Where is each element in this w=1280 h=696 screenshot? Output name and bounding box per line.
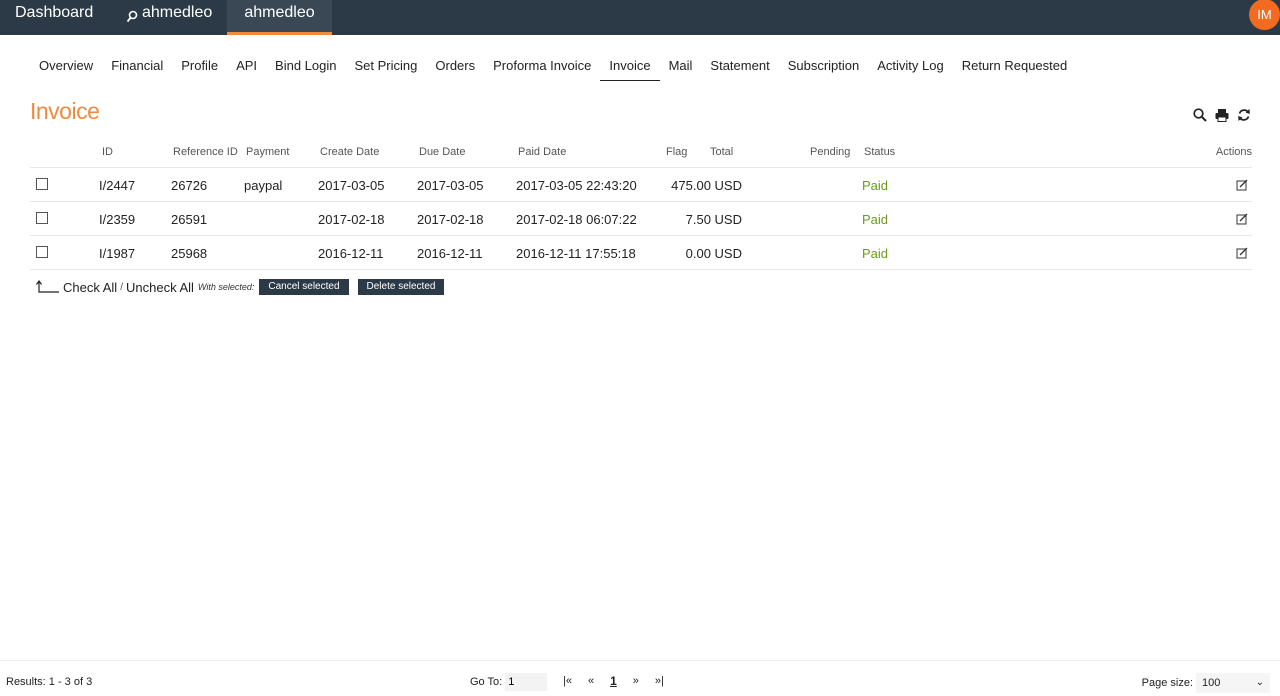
cell-due-date: 2016-12-11 [417,246,483,261]
next-page-button[interactable]: » [633,675,639,687]
tab-profile[interactable]: Profile [172,57,227,81]
col-paid-date[interactable]: Paid Date [518,146,566,158]
tab-invoice[interactable]: Invoice [600,57,660,81]
tab-subscription[interactable]: Subscription [779,57,869,81]
first-page-button[interactable]: |« [563,675,572,687]
table-header: ID Reference ID Payment Create Date Due … [30,142,1252,168]
row-checkbox[interactable] [36,178,48,190]
invoice-table: ID Reference ID Payment Create Date Due … [30,142,1252,270]
bulk-actions: Check All / Uncheck All With selected: C… [36,276,453,298]
table-body: I/2447 26726 paypal 2017-03-05 2017-03-05 201… [30,168,1252,270]
tab-overview[interactable]: Overview [30,57,102,81]
cell-status: Paid [862,212,889,227]
cell-payment: paypal [244,178,283,193]
search-icon[interactable] [1192,107,1208,123]
delete-selected-button[interactable]: Delete selected [357,279,445,295]
table-row: I/1987 25968 2016-12-11 2016-12-11 2016-12-1… [30,236,1252,270]
sub-navigation: Overview Financial Profile API Bind Login Set… [30,57,1076,81]
last-page-button[interactable]: »| [655,675,664,687]
goto-page: Go To: [470,673,548,691]
page-size: Page size: 100 ⌄ [1142,673,1270,693]
edit-icon[interactable] [1236,178,1248,191]
cell-reference: 26726 [171,178,208,193]
tab-bind-login[interactable]: Bind Login [266,57,345,81]
cell-paid-date: 2017-03-05 22:43:20 [516,178,637,193]
cell-paid-date: 2017-02-18 06:07:22 [516,212,637,227]
search-user-link[interactable]: ahmedleo [126,0,212,35]
page-title: Invoice [30,98,100,124]
chevron-down-icon: ⌄ [1255,677,1264,688]
cell-total: 0.00 USD [685,246,742,261]
tab-api[interactable]: API [227,57,266,81]
uncheck-all-link[interactable]: Uncheck All [126,280,194,295]
edit-icon[interactable] [1236,246,1248,259]
cell-create-date: 2016-12-11 [318,246,384,261]
search-user-label: ahmedleo [142,4,213,21]
top-bar: Dashboard ahmedleo ahmedleo IM [0,0,1280,35]
cell-create-date: 2017-02-18 [318,212,385,227]
goto-label: Go To: [470,676,503,688]
tab-activity-log[interactable]: Activity Log [868,57,952,81]
search-icon [126,6,138,32]
cell-reference: 25968 [171,246,208,261]
col-status[interactable]: Status [864,146,895,158]
page-size-label: Page size: [1141,677,1193,689]
current-page[interactable]: 1 [610,674,617,688]
col-reference-id[interactable]: Reference ID [173,146,238,158]
cell-create-date: 2017-03-05 [318,178,385,193]
cell-status: Paid [862,178,889,193]
cell-id: I/1987 [99,246,136,261]
tab-financial[interactable]: Financial [102,57,172,81]
cell-due-date: 2017-02-18 [417,212,484,227]
col-actions: Actions [1215,146,1252,158]
table-row: I/2359 26591 2017-02-18 2017-02-18 2017-02-1… [30,202,1252,236]
table-row: I/2447 26726 paypal 2017-03-05 2017-03-05 201… [30,168,1252,202]
corner-arrow-icon [36,279,60,295]
col-create-date[interactable]: Create Date [320,146,379,158]
toolbar [1192,107,1252,123]
prev-page-button[interactable]: « [588,675,594,687]
cell-paid-date: 2016-12-11 17:55:18 [516,246,636,261]
tab-set-pricing[interactable]: Set Pricing [346,57,427,81]
col-payment[interactable]: Payment [246,146,289,158]
cell-id: I/2359 [99,212,136,227]
edit-icon[interactable] [1236,212,1248,225]
cell-total: 475.00 USD [671,178,742,193]
refresh-icon[interactable] [1236,107,1252,123]
tab-proforma-invoice[interactable]: Proforma Invoice [484,57,600,81]
print-icon[interactable] [1214,107,1230,123]
dashboard-link[interactable]: Dashboard [15,0,93,35]
avatar[interactable]: IM [1249,0,1280,30]
goto-input[interactable] [505,673,548,691]
row-checkbox[interactable] [36,212,48,224]
col-due-date[interactable]: Due Date [419,146,465,158]
tab-orders[interactable]: Orders [426,57,484,81]
col-total[interactable]: Total [710,146,733,158]
row-checkbox[interactable] [36,246,48,258]
col-id[interactable]: ID [102,146,113,158]
cell-reference: 26591 [171,212,208,227]
check-separator: / [120,281,123,293]
cell-status: Paid [862,246,889,261]
page-size-value: 100 [1202,677,1221,689]
with-selected-label: With selected: [197,282,255,292]
cell-total: 7.50 USD [685,212,742,227]
cell-due-date: 2017-03-05 [417,178,484,193]
pager: |« « 1 » »| [555,674,672,688]
results-count: Results: 1 - 3 of 3 [6,676,93,688]
page-size-select[interactable]: 100 ⌄ [1196,673,1270,693]
check-all-link[interactable]: Check All [63,280,117,295]
cancel-selected-button[interactable]: Cancel selected [259,279,349,295]
tab-mail[interactable]: Mail [660,57,702,81]
col-flag[interactable]: Flag [666,146,687,158]
cell-id: I/2447 [99,178,136,193]
footer-pagination: Results: 1 - 3 of 3 Go To: |« « 1 » »| P… [0,660,1280,696]
user-tab[interactable]: ahmedleo [227,0,332,35]
tab-return-requested[interactable]: Return Requested [953,57,1077,81]
tab-statement[interactable]: Statement [701,57,778,81]
col-pending[interactable]: Pending [810,146,850,158]
